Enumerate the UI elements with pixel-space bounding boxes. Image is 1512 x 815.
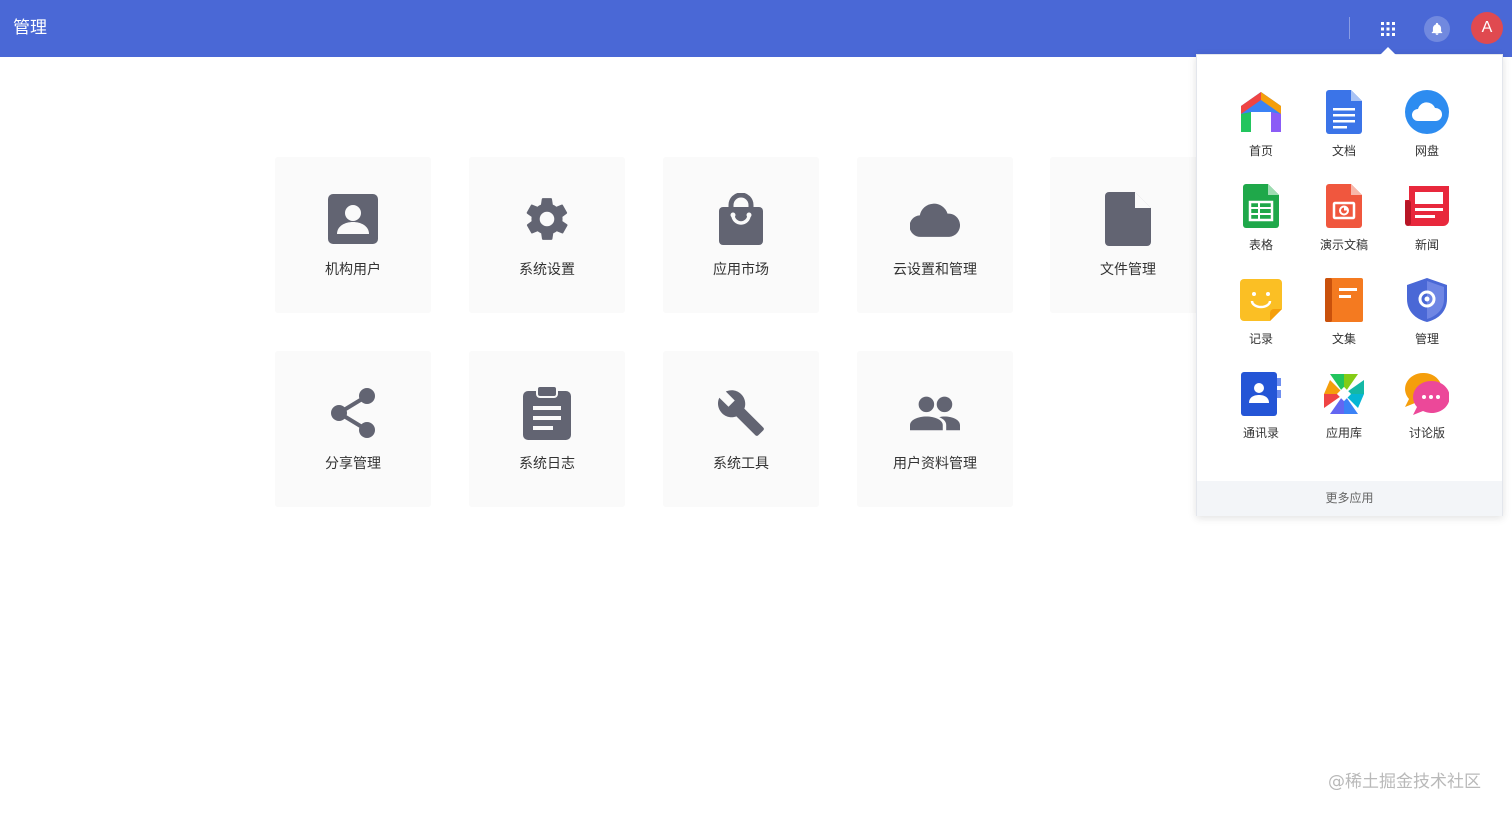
discussion-app-icon: [1405, 370, 1449, 418]
tile-user-profile-management[interactable]: 用户资料管理: [857, 351, 1013, 507]
app-book[interactable]: 文集: [1304, 276, 1384, 356]
bell-icon: [1431, 22, 1443, 35]
slides-app-icon: [1322, 182, 1366, 230]
app-contacts[interactable]: 通讯录: [1221, 370, 1301, 450]
more-apps-link[interactable]: 更多应用: [1197, 481, 1502, 516]
news-app-icon: [1405, 182, 1449, 230]
app-slides[interactable]: 演示文稿: [1304, 182, 1384, 262]
tile-label: 应用市场: [713, 262, 769, 278]
app-label: 通讯录: [1242, 426, 1279, 440]
app-label: 应用库: [1325, 426, 1362, 440]
tile-app-market[interactable]: 应用市场: [663, 157, 819, 313]
cloud-icon: [910, 193, 960, 245]
file-icon: [1103, 192, 1153, 246]
tile-system-settings[interactable]: 系统设置: [469, 157, 625, 313]
tile-label: 系统设置: [519, 262, 575, 278]
wrench-icon: [716, 387, 766, 439]
clipboard-list-icon: [522, 386, 572, 440]
tile-org-users[interactable]: 机构用户: [275, 157, 431, 313]
panel-caret: [1380, 47, 1396, 55]
tile-label: 用户资料管理: [893, 456, 977, 472]
shopping-bag-icon: [716, 193, 766, 245]
app-label: 文集: [1331, 332, 1356, 346]
home-app-icon: [1239, 88, 1283, 136]
tile-label: 系统日志: [519, 456, 575, 472]
app-cloud-drive[interactable]: 网盘: [1387, 88, 1467, 168]
grid-icon: [1381, 22, 1395, 36]
notes-app-icon: [1239, 276, 1283, 324]
user-avatar[interactable]: A: [1471, 12, 1503, 44]
app-label: 网盘: [1414, 144, 1439, 158]
book-app-icon: [1322, 276, 1366, 324]
header-divider: [1349, 17, 1350, 39]
app-label: 表格: [1248, 238, 1273, 252]
tile-system-log[interactable]: 系统日志: [469, 351, 625, 507]
app-discussion[interactable]: 讨论版: [1387, 370, 1467, 450]
watermark: @稀土掘金技术社区: [1328, 772, 1481, 792]
account-box-icon: [328, 193, 378, 245]
app-docs[interactable]: 文档: [1304, 88, 1384, 168]
app-news[interactable]: 新闻: [1387, 182, 1467, 262]
app-label: 管理: [1414, 332, 1439, 346]
app-label: 首页: [1248, 144, 1273, 158]
tile-label: 系统工具: [713, 456, 769, 472]
docs-app-icon: [1322, 88, 1366, 136]
people-icon: [910, 387, 960, 439]
admin-shield-app-icon: [1405, 276, 1449, 324]
app-label: 讨论版: [1408, 426, 1445, 440]
app-label: 文档: [1331, 144, 1356, 158]
tile-label: 云设置和管理: [893, 262, 977, 278]
app-home[interactable]: 首页: [1221, 88, 1301, 168]
tile-system-tools[interactable]: 系统工具: [663, 351, 819, 507]
tile-share-management[interactable]: 分享管理: [275, 351, 431, 507]
app-launcher-panel: 首页 文档 网盘 表格 演示文稿 新闻 记录 文集 管理 通讯录 应用库 讨论版…: [1196, 47, 1503, 516]
gear-icon: [522, 193, 572, 245]
tile-file-management[interactable]: 文件管理: [1050, 157, 1206, 313]
app-label: 新闻: [1414, 238, 1439, 252]
app-library[interactable]: 应用库: [1304, 370, 1384, 450]
app-sheets[interactable]: 表格: [1221, 182, 1301, 262]
tile-label: 文件管理: [1100, 262, 1156, 278]
cloud-drive-app-icon: [1405, 88, 1449, 136]
tile-cloud-settings[interactable]: 云设置和管理: [857, 157, 1013, 313]
page-title: 管理: [13, 18, 47, 38]
share-icon: [328, 387, 378, 439]
contacts-app-icon: [1239, 370, 1283, 418]
app-label: 记录: [1248, 332, 1273, 346]
app-admin[interactable]: 管理: [1387, 276, 1467, 356]
app-launcher-button[interactable]: [1376, 17, 1400, 41]
tile-label: 分享管理: [325, 456, 381, 472]
app-notes[interactable]: 记录: [1221, 276, 1301, 356]
sheets-app-icon: [1239, 182, 1283, 230]
top-bar: 管理 A: [0, 0, 1512, 57]
app-library-icon: [1322, 370, 1366, 418]
tile-label: 机构用户: [325, 262, 381, 278]
notifications-button[interactable]: [1424, 16, 1450, 42]
app-label: 演示文稿: [1319, 238, 1368, 252]
